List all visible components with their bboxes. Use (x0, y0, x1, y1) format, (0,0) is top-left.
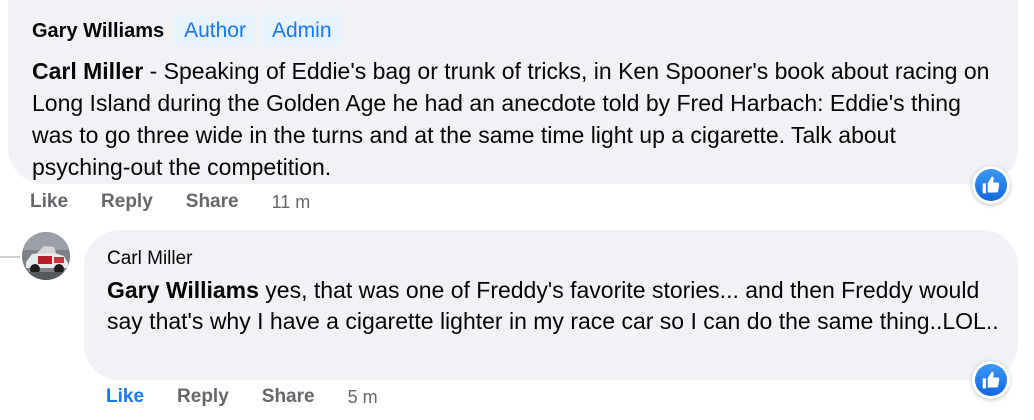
comment-text: Carl Miller - Speaking of Eddie's bag or… (32, 55, 997, 183)
share-button[interactable]: Share (186, 191, 239, 213)
comment-body: - Speaking of Eddie's bag or trunk of tr… (32, 58, 990, 180)
comment-bubble: Gary Williams Author Admin Carl Miller -… (8, 0, 1018, 184)
share-button[interactable]: Share (262, 386, 315, 408)
comment-thread: Gary Williams Author Admin Carl Miller -… (0, 0, 1034, 420)
reply-button[interactable]: Reply (101, 191, 153, 213)
thumbs-up-icon (975, 364, 1007, 396)
reply-bubble: Carl Miller Gary Williams yes, that was … (84, 230, 1018, 380)
reply-button[interactable]: Reply (177, 386, 229, 408)
comment-mention[interactable]: Carl Miller (32, 58, 143, 84)
comment-author-name[interactable]: Gary Williams (32, 20, 164, 43)
reply-mention[interactable]: Gary Williams (107, 277, 259, 303)
admin-badge[interactable]: Admin (261, 14, 342, 46)
reply-actions: Like Reply Share 5 m (106, 385, 378, 409)
author-badge[interactable]: Author (174, 14, 256, 46)
avatar[interactable] (22, 232, 70, 280)
comment-timestamp[interactable]: 11 m (272, 192, 311, 213)
race-car-avatar-image (22, 232, 70, 280)
comment-reaction[interactable] (972, 166, 1010, 204)
thread-connector (0, 256, 20, 258)
comment-header: Gary Williams Author Admin (32, 8, 994, 52)
like-button[interactable]: Like (106, 386, 144, 408)
comment-actions: Like Reply Share 11 m (30, 190, 310, 214)
reply-text: Gary Williams yes, that was one of Fredd… (107, 275, 1002, 337)
reply-author-name[interactable]: Carl Miller (107, 248, 996, 270)
reply-timestamp[interactable]: 5 m (348, 387, 378, 408)
reply-reaction[interactable] (972, 361, 1010, 399)
like-button[interactable]: Like (30, 191, 68, 213)
thumbs-up-icon (975, 169, 1007, 201)
